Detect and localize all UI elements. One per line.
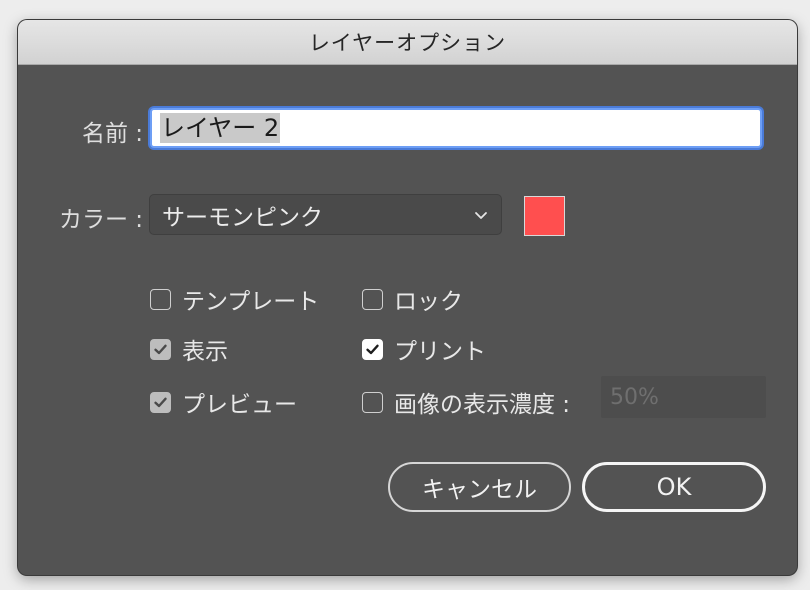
dialog-title: レイヤーオプション	[308, 31, 507, 55]
preview-checkbox[interactable]	[150, 391, 171, 413]
print-label: プリント	[394, 339, 486, 365]
lock-option[interactable]: ロック	[362, 282, 463, 316]
ok-button-label: OK	[656, 473, 692, 501]
template-option[interactable]: テンプレート	[150, 282, 319, 316]
color-dropdown-value: サーモンピンク	[162, 204, 323, 231]
dim-images-option[interactable]: 画像の表示濃度 :	[362, 385, 570, 419]
preview-option[interactable]: プレビュー	[150, 385, 297, 419]
chevron-down-icon	[475, 211, 487, 219]
dim-images-checkbox[interactable]	[362, 391, 383, 413]
preview-label: プレビュー	[182, 392, 297, 418]
checkmark-icon	[366, 344, 379, 354]
cancel-button-label: キャンセル	[422, 477, 537, 503]
layer-options-dialog: レイヤーオプション 名前 : レイヤー 2 カラー : サーモンピンク テンプレ…	[18, 20, 797, 575]
show-option[interactable]: 表示	[150, 332, 228, 366]
dim-images-input[interactable]: 50%	[601, 376, 766, 418]
name-label: 名前 :	[81, 121, 143, 147]
color-swatch[interactable]	[524, 196, 565, 236]
print-checkbox[interactable]	[362, 338, 383, 360]
lock-checkbox[interactable]	[362, 288, 383, 310]
show-checkbox[interactable]	[150, 338, 171, 360]
lock-label: ロック	[394, 289, 463, 315]
name-input[interactable]: レイヤー 2	[150, 108, 762, 148]
template-checkbox[interactable]	[150, 288, 171, 310]
cancel-button[interactable]: キャンセル	[388, 462, 571, 512]
color-dropdown[interactable]: サーモンピンク	[149, 194, 502, 235]
ok-button[interactable]: OK	[582, 462, 766, 512]
color-label: カラー :	[58, 207, 143, 233]
dialog-titlebar: レイヤーオプション	[18, 20, 797, 65]
dim-images-value: 50%	[610, 384, 659, 410]
dim-images-label: 画像の表示濃度 :	[394, 392, 571, 418]
template-label: テンプレート	[182, 289, 320, 315]
show-label: 表示	[182, 339, 228, 365]
name-input-value: レイヤー 2	[160, 113, 281, 143]
checkmark-icon	[154, 344, 167, 354]
checkmark-icon	[154, 397, 167, 407]
print-option[interactable]: プリント	[362, 332, 486, 366]
